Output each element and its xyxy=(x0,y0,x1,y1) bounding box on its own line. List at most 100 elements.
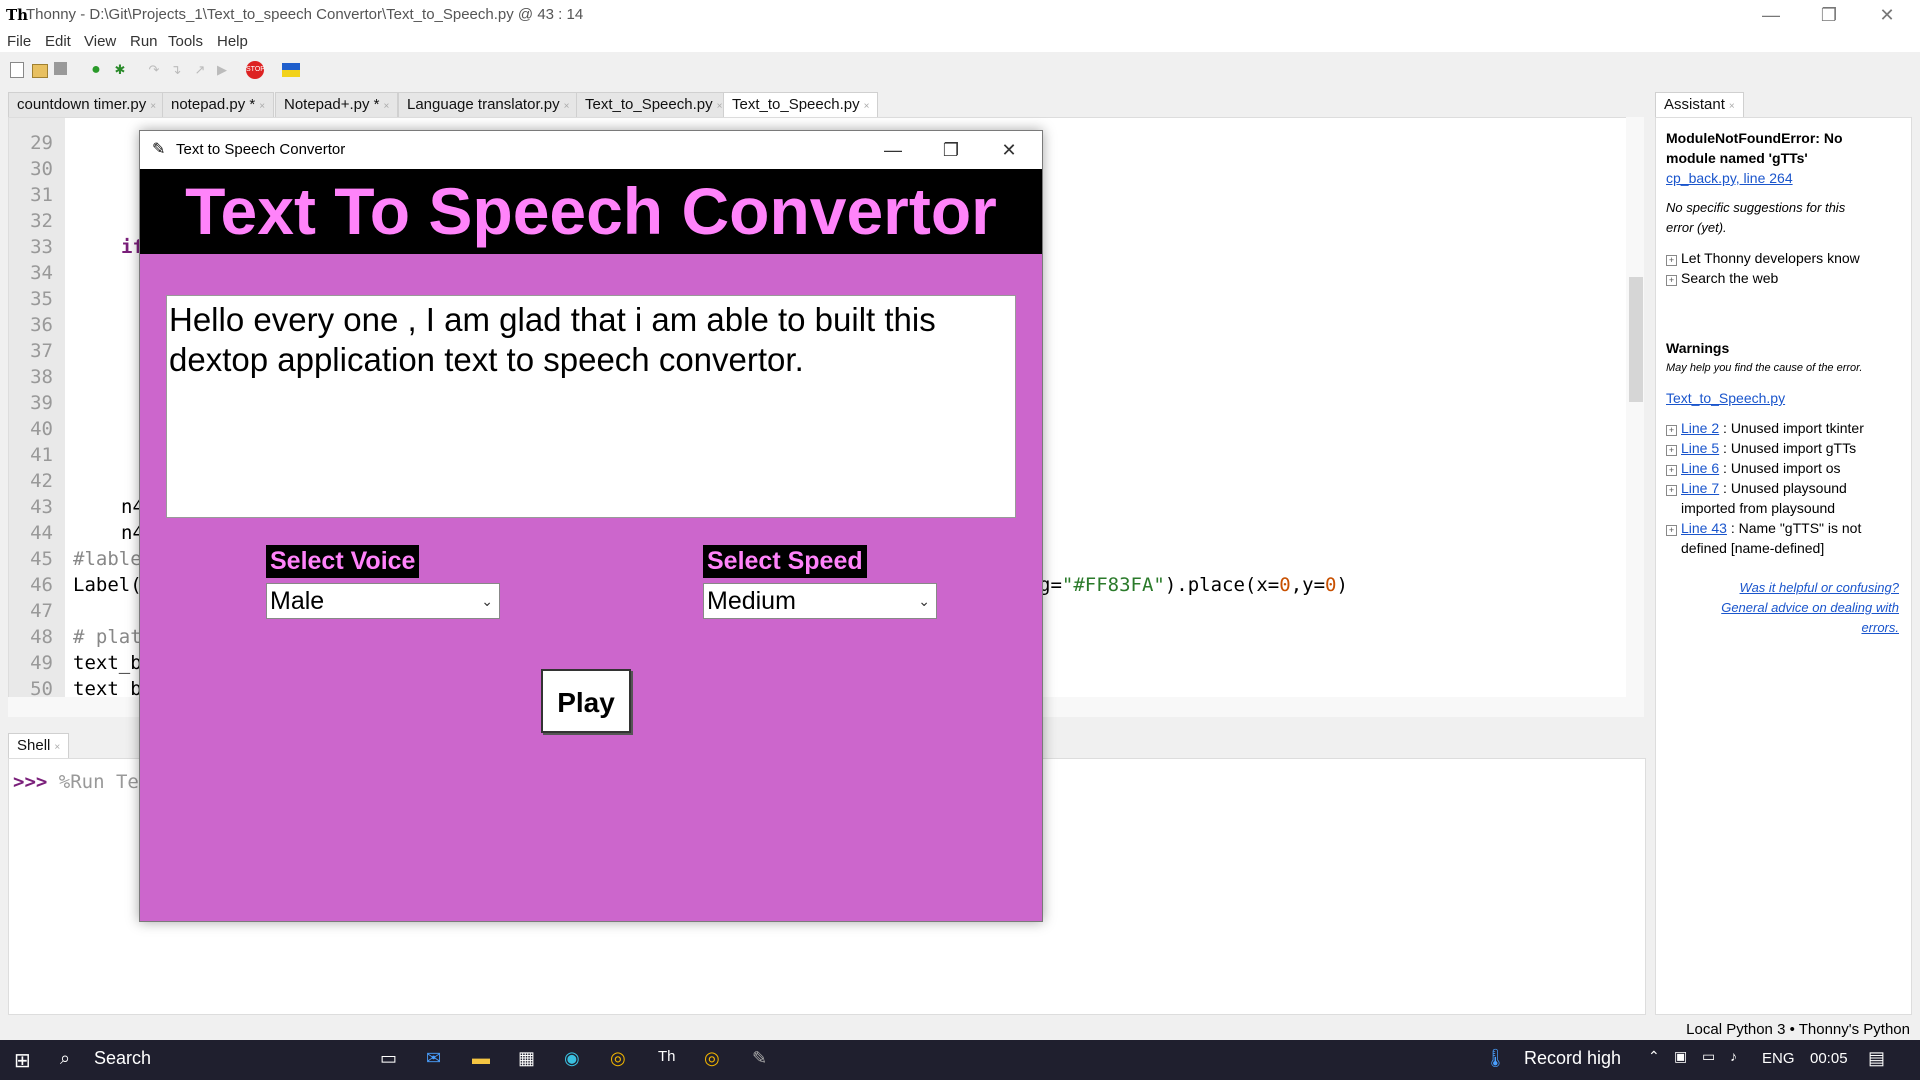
tab-close-icon[interactable]: × xyxy=(259,101,265,112)
language-indicator[interactable]: ENG xyxy=(1762,1050,1795,1067)
search-icon[interactable]: ⌕ xyxy=(60,1048,70,1069)
helpful-link[interactable]: Was it helpful or confusing? xyxy=(1740,580,1899,595)
warnings-file-link[interactable]: Text_to_Speech.py xyxy=(1666,390,1785,406)
tab-assistant[interactable]: Assistant × xyxy=(1655,92,1744,117)
general-advice-link[interactable]: errors. xyxy=(1861,620,1899,635)
tab-notepad[interactable]: notepad.py * × xyxy=(162,92,275,117)
tab-text-to-speech-active[interactable]: Text_to_Speech.py × xyxy=(723,92,879,117)
tab-close-icon[interactable]: × xyxy=(150,101,156,112)
taskbar-search[interactable]: Search xyxy=(94,1048,151,1069)
clock[interactable]: 00:05 xyxy=(1810,1050,1848,1067)
thonny-taskbar-icon[interactable]: Th xyxy=(658,1048,676,1065)
chrome-icon[interactable]: ◎ xyxy=(704,1048,720,1069)
line-number: 33 xyxy=(30,236,53,258)
scrollbar-thumb[interactable] xyxy=(1629,277,1643,402)
step-into-icon[interactable]: ↴ xyxy=(168,62,184,78)
windows-start-icon[interactable]: ⊞ xyxy=(14,1048,31,1073)
edge-icon[interactable]: ◉ xyxy=(564,1048,580,1069)
mail-icon[interactable]: ✉ xyxy=(426,1048,441,1069)
tab-close-icon[interactable]: × xyxy=(384,101,390,112)
line-number: 29 xyxy=(30,132,53,154)
tab-close-icon[interactable]: × xyxy=(54,742,60,753)
maximize-button[interactable]: ❐ xyxy=(1800,0,1858,30)
chevron-down-icon[interactable]: ⌄ xyxy=(918,584,930,618)
tab-text-to-speech-1[interactable]: Text_to_Speech.py × xyxy=(576,92,732,117)
menu-tools[interactable]: Tools xyxy=(168,33,203,50)
shell-prompt: >>> %Run Te xyxy=(13,771,139,793)
step-out-icon[interactable]: ↗ xyxy=(192,62,208,78)
expand-icon[interactable]: + xyxy=(1666,425,1677,436)
tab-close-icon[interactable]: × xyxy=(864,101,870,112)
menu-file[interactable]: File xyxy=(7,33,31,50)
taskbar: ⊞ ⌕ Search ▭ ✉ ▬ ▦ ◉ ◎ Th ◎ ✎ 🌡 Record h… xyxy=(0,1040,1920,1080)
code-line-50: text_b xyxy=(73,678,142,699)
tab-countdown-timer[interactable]: countdown timer.py × xyxy=(8,92,166,117)
play-button[interactable]: Play xyxy=(541,669,631,733)
warning-item: + Line 7 : Unused playsound xyxy=(1666,480,1847,496)
minimize-button[interactable]: — xyxy=(1742,0,1800,30)
window-title: Thonny - D:\Git\Projects_1\Text_to_speec… xyxy=(26,6,584,23)
expand-icon[interactable]: + xyxy=(1666,525,1677,536)
python-feather-icon[interactable]: ✎ xyxy=(752,1048,767,1069)
line-number: 32 xyxy=(30,210,53,232)
menu-help[interactable]: Help xyxy=(217,33,248,50)
tts-text-input[interactable]: Hello every one , I am glad that i am ab… xyxy=(166,295,1016,518)
resume-icon[interactable]: ▶ xyxy=(214,62,230,78)
error-title-line2: module named 'gTTs' xyxy=(1666,150,1808,166)
menu-bar: File Edit View Run Tools Help xyxy=(0,30,1920,52)
task-view-icon[interactable]: ▭ xyxy=(380,1048,397,1069)
code-line-49: text_b xyxy=(73,652,142,674)
store-icon[interactable]: ▦ xyxy=(518,1048,535,1069)
expand-icon[interactable]: + xyxy=(1666,255,1677,266)
tab-notepad-plus[interactable]: Notepad+.py * × xyxy=(275,92,399,117)
chevron-down-icon[interactable]: ⌄ xyxy=(481,584,493,618)
open-folder-icon[interactable] xyxy=(32,64,48,78)
menu-view[interactable]: View xyxy=(84,33,116,50)
tts-close-button[interactable]: ✕ xyxy=(980,135,1038,165)
interpreter-status[interactable]: Local Python 3 • Thonny's Python xyxy=(1686,1021,1910,1038)
error-location-link[interactable]: cp_back.py, line 264 xyxy=(1666,170,1793,186)
step-over-icon[interactable]: ↷ xyxy=(146,62,162,78)
ukraine-flag-icon[interactable] xyxy=(282,63,300,77)
expand-icon[interactable]: + xyxy=(1666,485,1677,496)
let-thonny-developers-know[interactable]: + Let Thonny developers know xyxy=(1666,250,1860,266)
tts-minimize-button[interactable]: — xyxy=(864,135,922,165)
device-icon[interactable]: ▣ xyxy=(1674,1048,1687,1065)
file-explorer-icon[interactable]: ▬ xyxy=(472,1048,490,1069)
expand-icon[interactable]: + xyxy=(1666,445,1677,456)
warnings-heading: Warnings xyxy=(1666,340,1730,356)
chrome-icon[interactable]: ◎ xyxy=(610,1048,626,1069)
menu-edit[interactable]: Edit xyxy=(45,33,71,50)
save-icon[interactable] xyxy=(54,62,67,75)
tab-close-icon[interactable]: × xyxy=(564,101,570,112)
warning-item: + Line 5 : Unused import gTTs xyxy=(1666,440,1856,456)
search-the-web[interactable]: + Search the web xyxy=(1666,270,1778,286)
line-number: 39 xyxy=(30,392,53,414)
notifications-icon[interactable]: ▤ xyxy=(1868,1048,1885,1069)
tab-language-translator[interactable]: Language translator.py × xyxy=(398,92,579,117)
new-file-icon[interactable] xyxy=(10,62,24,78)
close-button[interactable]: ✕ xyxy=(1858,0,1916,30)
stop-icon[interactable]: STOP xyxy=(246,61,265,79)
expand-icon[interactable]: + xyxy=(1666,275,1677,286)
menu-run[interactable]: Run xyxy=(130,33,158,50)
volume-icon[interactable]: ♪ xyxy=(1730,1048,1737,1064)
chevron-up-icon[interactable]: ⌃ xyxy=(1648,1048,1660,1065)
tts-maximize-button[interactable]: ❐ xyxy=(922,135,980,165)
code-line-46: Label( xyxy=(73,574,142,596)
general-advice-link[interactable]: General advice on dealing with xyxy=(1721,600,1899,615)
speed-select[interactable]: Medium ⌄ xyxy=(703,583,937,619)
warning-item-cont: defined [name-defined] xyxy=(1681,540,1825,556)
editor-vertical-scrollbar[interactable] xyxy=(1626,117,1644,697)
expand-icon[interactable]: + xyxy=(1666,465,1677,476)
run-icon[interactable]: ● xyxy=(88,62,104,78)
voice-select[interactable]: Male ⌄ xyxy=(266,583,500,619)
tab-close-icon[interactable]: × xyxy=(1729,101,1735,112)
line-number: 46 xyxy=(30,574,53,596)
battery-icon[interactable]: ▭ xyxy=(1702,1048,1715,1065)
editor-tabs: countdown timer.py × notepad.py * × Notepa… xyxy=(0,88,1645,117)
debug-icon[interactable]: ✱ xyxy=(112,62,128,78)
weather-text[interactable]: Record high xyxy=(1524,1048,1621,1069)
tab-shell[interactable]: Shell × xyxy=(8,733,70,758)
tab-close-icon[interactable]: × xyxy=(717,101,723,112)
